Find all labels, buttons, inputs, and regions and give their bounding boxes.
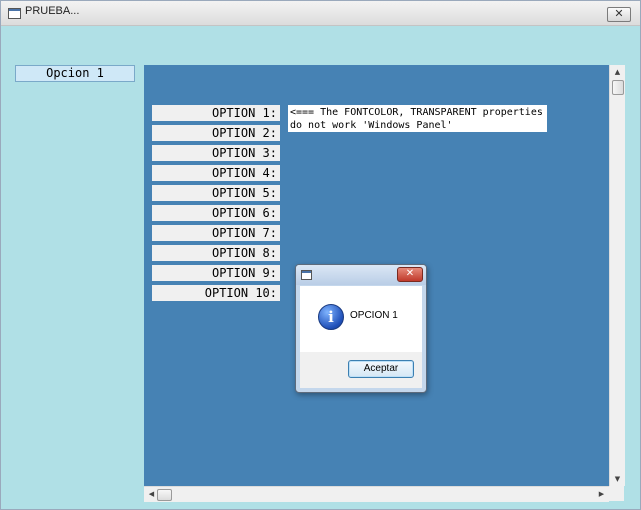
message-dialog: ✕ i OPCION 1 Aceptar [295,264,427,393]
option-label-7: OPTION 7: [152,225,280,241]
dialog-app-icon [301,270,312,280]
window-app-icon[interactable] [8,8,21,19]
window-title: PRUEBA... [25,5,80,17]
window-close-button[interactable]: ✕ [607,7,631,22]
info-icon: i [318,304,344,330]
option-label-10: OPTION 10: [152,285,280,301]
panel-note: <=== The FONTCOLOR, TRANSPARENT properti… [288,105,547,132]
option-label-2: OPTION 2: [152,125,280,141]
dialog-footer: Aceptar [300,352,422,388]
option-label-9: OPTION 9: [152,265,280,281]
dialog-close-button[interactable]: ✕ [397,267,423,282]
option-label-5: OPTION 5: [152,185,280,201]
option-label-1: OPTION 1: [152,105,280,121]
main-window: PRUEBA... ✕ Opcion 1 OPTION 1: OPTION 2:… [0,0,641,510]
scroll-right-arrow-icon[interactable]: ▶ [594,490,609,498]
vertical-scrollbar[interactable]: ▲ ▼ [609,65,625,486]
scrollbar-corner [609,486,624,501]
dialog-message: OPCION 1 [350,310,398,321]
title-bar[interactable]: PRUEBA... ✕ [1,1,640,26]
horizontal-scroll-thumb[interactable] [157,489,172,501]
vertical-scroll-thumb[interactable] [612,80,624,95]
option-label-4: OPTION 4: [152,165,280,181]
option-label-6: OPTION 6: [152,205,280,221]
option-label-3: OPTION 3: [152,145,280,161]
opcion-field[interactable]: Opcion 1 [15,65,135,82]
scroll-down-arrow-icon[interactable]: ▼ [610,475,625,483]
accept-button[interactable]: Aceptar [348,360,414,378]
dialog-title-bar[interactable]: ✕ [296,265,426,285]
option-label-8: OPTION 8: [152,245,280,261]
scroll-up-arrow-icon[interactable]: ▲ [610,68,625,76]
horizontal-scrollbar[interactable]: ◀ ▶ [144,486,609,502]
dialog-body: i OPCION 1 [300,286,422,352]
